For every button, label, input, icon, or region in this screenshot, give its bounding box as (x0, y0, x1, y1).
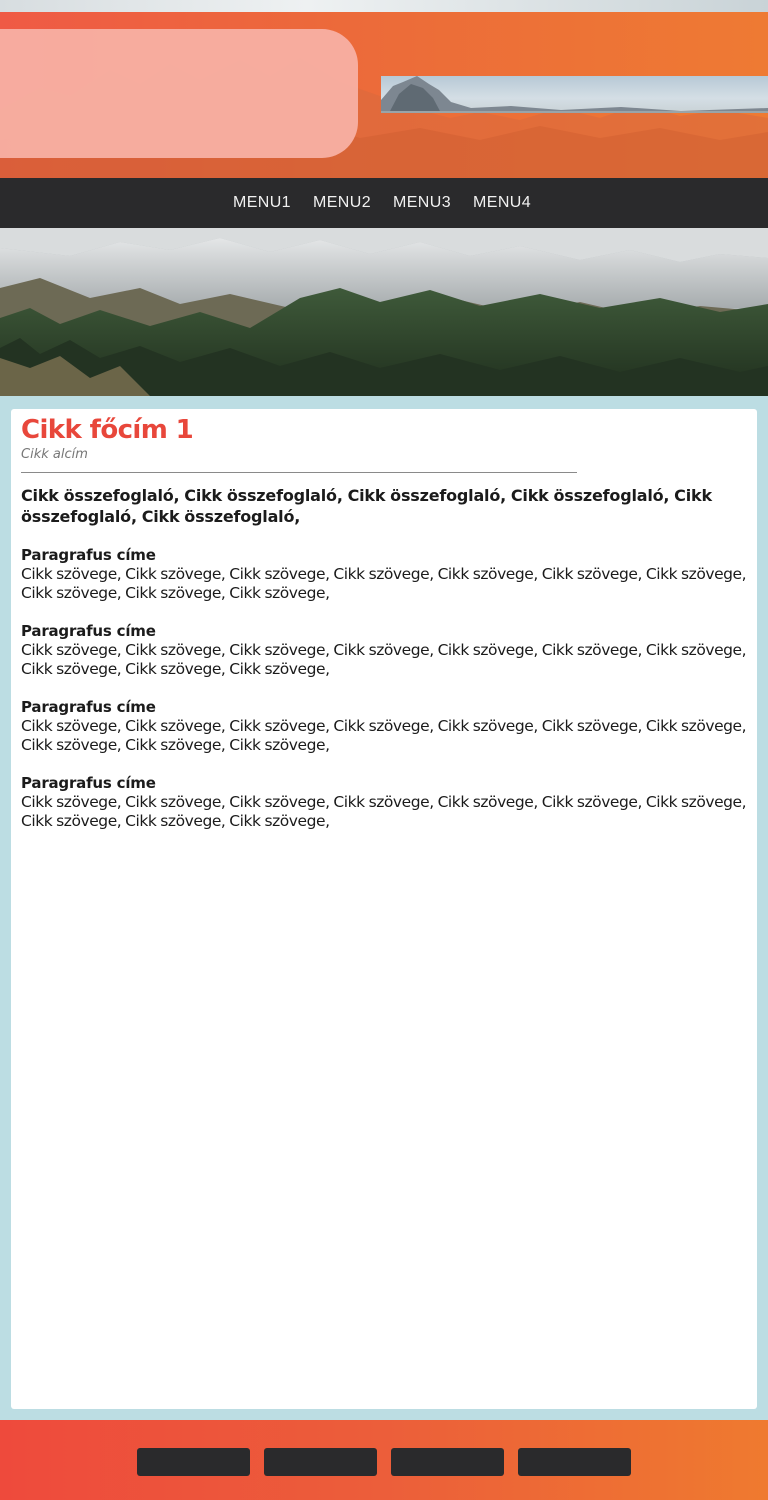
article-title: Cikk főcím 1 (21, 415, 194, 445)
nav-item-menu4[interactable]: MENU4 (473, 194, 531, 212)
paragraph-text: Cikk szövege, Cikk szövege, Cikk szövege… (21, 717, 747, 754)
title-divider (21, 472, 577, 473)
footer-button-4[interactable] (518, 1448, 631, 1476)
footer-button-2[interactable] (264, 1448, 377, 1476)
article-subtitle: Cikk alcím (21, 447, 88, 462)
footer-button-group (137, 1448, 631, 1476)
paragraph-title: Paragrafus címe (21, 546, 156, 564)
main-nav: MENU1 MENU2 MENU3 MENU4 (0, 178, 768, 228)
logo-placeholder[interactable] (0, 29, 358, 158)
paragraph-section: Paragrafus címe Cikk szövege, Cikk szöve… (21, 698, 747, 755)
hero-mountain-image (0, 228, 768, 396)
nav-item-menu2[interactable]: MENU2 (313, 194, 371, 212)
footer-button-1[interactable] (137, 1448, 250, 1476)
paragraph-section: Paragrafus címe Cikk szövege, Cikk szöve… (21, 546, 747, 603)
article-summary: Cikk összefoglaló, Cikk összefoglaló, Ci… (21, 486, 712, 526)
paragraph-section: Paragrafus címe Cikk szövege, Cikk szöve… (21, 622, 747, 679)
nav-item-menu3[interactable]: MENU3 (393, 194, 451, 212)
nav-item-menu1[interactable]: MENU1 (233, 194, 291, 212)
paragraph-section: Paragrafus címe Cikk szövege, Cikk szöve… (21, 774, 747, 831)
article-card: Cikk főcím 1 Cikk alcím Cikk összefoglal… (11, 409, 757, 1409)
footer-button-3[interactable] (391, 1448, 504, 1476)
paragraph-title: Paragrafus címe (21, 622, 156, 640)
paragraph-text: Cikk szövege, Cikk szövege, Cikk szövege… (21, 793, 747, 830)
paragraph-title: Paragrafus címe (21, 774, 156, 792)
site-footer (0, 1420, 768, 1500)
header-mountain-photo (381, 76, 768, 113)
paragraph-text: Cikk szövege, Cikk szövege, Cikk szövege… (21, 565, 747, 602)
paragraph-text: Cikk szövege, Cikk szövege, Cikk szövege… (21, 641, 747, 678)
paragraph-title: Paragrafus címe (21, 698, 156, 716)
site-header (0, 0, 768, 178)
